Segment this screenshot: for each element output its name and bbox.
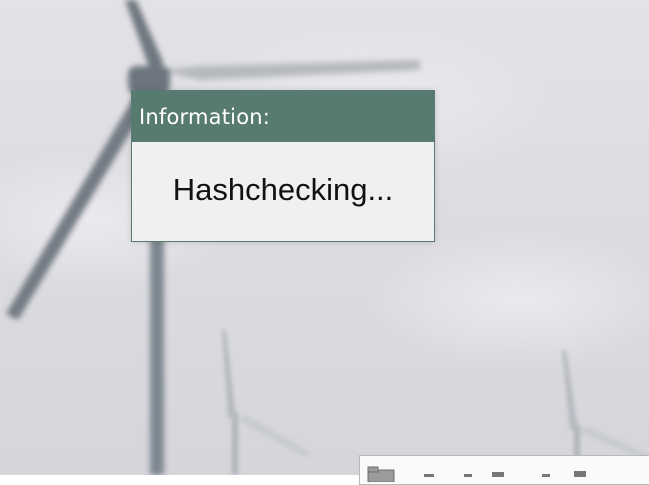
dialog-title-bar[interactable]: Information: (132, 91, 434, 142)
far-turbine-blade (238, 414, 310, 458)
far-turbine-blade (562, 350, 578, 430)
folder-icon (367, 466, 395, 482)
cropped-window-title (424, 471, 586, 477)
status-message: Hashchecking... (172, 171, 394, 207)
dialog-title: Information: (139, 104, 271, 129)
partially-visible-window[interactable] (359, 455, 649, 485)
information-dialog: Information: Hashchecking... (131, 90, 435, 242)
dialog-body: Hashchecking... (132, 142, 434, 241)
far-turbine-tower (232, 412, 238, 475)
far-turbine-blade (222, 330, 236, 418)
